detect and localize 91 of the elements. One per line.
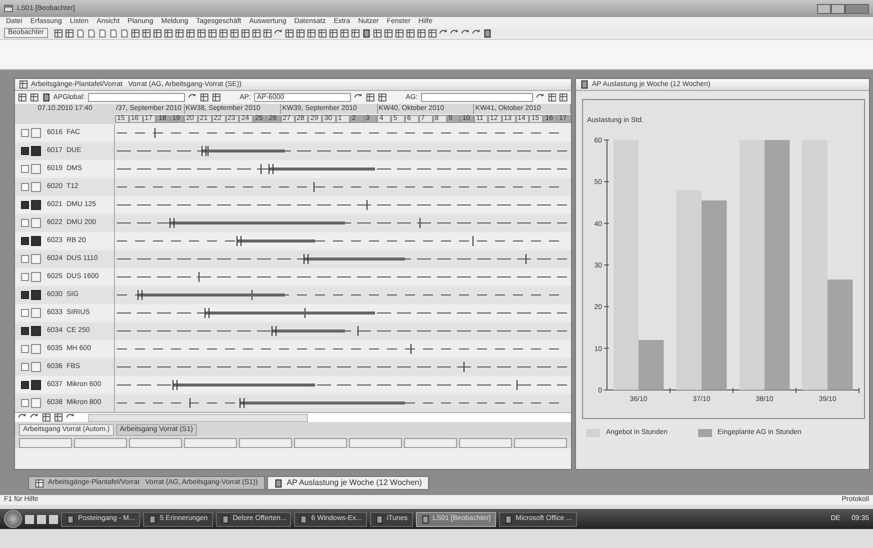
grid-icon[interactable]	[340, 28, 349, 38]
chart-icon	[274, 478, 283, 488]
grid-icon[interactable]	[164, 28, 173, 38]
row-checkbox[interactable]	[21, 237, 29, 245]
grid-icon[interactable]	[152, 28, 162, 38]
row-checkbox[interactable]	[21, 129, 29, 137]
window-tab[interactable]: AP Auslastung je Woche (12 Wochen)	[266, 476, 429, 490]
grid-icon[interactable]	[394, 28, 404, 38]
row-checkbox[interactable]	[21, 147, 29, 155]
window-icon	[220, 514, 230, 524]
grid-icon[interactable]	[262, 28, 272, 38]
row-checkbox[interactable]	[21, 255, 29, 263]
grid-icon[interactable]	[208, 28, 217, 38]
legend-swatch	[698, 429, 712, 437]
row-checkbox[interactable]	[31, 344, 41, 354]
window-icon	[299, 514, 308, 524]
row-checkbox[interactable]	[31, 398, 41, 408]
grid-icon[interactable]	[230, 28, 239, 38]
grid-icon[interactable]	[548, 93, 556, 102]
row-checkbox[interactable]	[21, 363, 29, 371]
row-checkbox[interactable]	[31, 164, 41, 174]
grid-icon[interactable]	[240, 28, 250, 38]
grid-icon[interactable]	[252, 28, 261, 38]
grid-icon[interactable]	[296, 28, 305, 38]
grid-icon[interactable]	[30, 93, 39, 102]
grid-icon[interactable]	[54, 413, 63, 422]
grid-icon[interactable]	[328, 28, 338, 38]
grid-icon[interactable]	[406, 28, 415, 38]
row-checkbox[interactable]	[31, 308, 41, 318]
app-icon	[4, 4, 13, 13]
row-checkbox[interactable]	[31, 128, 41, 138]
row-checkbox[interactable]	[31, 236, 41, 246]
row-checkbox[interactable]	[31, 218, 41, 228]
row-checkbox[interactable]	[21, 309, 29, 317]
row-checkbox[interactable]	[31, 182, 41, 192]
window-icon	[374, 514, 384, 524]
grid-icon[interactable]	[142, 28, 151, 38]
close-button[interactable]	[845, 4, 869, 14]
scrollbar[interactable]	[88, 414, 308, 422]
minimize-button[interactable]	[817, 4, 831, 14]
row-checkbox[interactable]	[31, 362, 41, 372]
grid-icon[interactable]	[218, 28, 228, 38]
grid-icon	[35, 478, 44, 488]
grid-icon[interactable]	[64, 28, 74, 38]
row-checkbox[interactable]	[31, 254, 41, 264]
maximize-button[interactable]	[831, 4, 845, 14]
grid-icon[interactable]	[306, 28, 316, 38]
row-checkbox[interactable]	[31, 272, 41, 282]
grid-icon[interactable]	[428, 28, 437, 38]
grid-icon[interactable]	[42, 413, 51, 422]
grid-icon[interactable]	[372, 28, 382, 38]
grid-icon[interactable]	[318, 28, 327, 38]
row-checkbox[interactable]	[21, 381, 29, 389]
window-icon	[504, 514, 513, 524]
grid-icon[interactable]	[559, 93, 568, 102]
bar-icon[interactable]	[362, 28, 371, 38]
row-checkbox[interactable]	[31, 200, 41, 210]
grid-icon[interactable]	[378, 93, 387, 102]
window-icon	[148, 514, 157, 524]
row-checkbox[interactable]	[31, 380, 41, 390]
row-checkbox[interactable]	[21, 219, 29, 227]
grid-icon[interactable]	[200, 93, 209, 102]
chart-icon	[580, 80, 589, 89]
grid-icon[interactable]	[196, 28, 206, 38]
row-checkbox[interactable]	[31, 290, 41, 300]
row-checkbox[interactable]	[31, 326, 41, 336]
grid-icon[interactable]	[366, 93, 375, 102]
grid-icon[interactable]	[350, 28, 360, 38]
row-checkbox[interactable]	[21, 273, 29, 281]
grid-icon[interactable]	[212, 93, 221, 102]
row-checkbox[interactable]	[31, 146, 41, 156]
grid-icon[interactable]	[54, 28, 63, 38]
grid-icon[interactable]	[384, 28, 393, 38]
bar-icon[interactable]	[42, 93, 50, 102]
bar-icon[interactable]	[482, 28, 492, 38]
row-checkbox[interactable]	[21, 345, 29, 353]
grid-icon[interactable]	[284, 28, 294, 38]
grid-icon[interactable]	[174, 28, 184, 38]
start-button[interactable]	[4, 510, 22, 528]
window-icon	[66, 514, 75, 524]
row-checkbox[interactable]	[21, 399, 29, 407]
row-checkbox[interactable]	[21, 327, 29, 335]
row-checkbox[interactable]	[21, 291, 29, 299]
window-icon	[420, 514, 430, 524]
grid-icon[interactable]	[416, 28, 426, 38]
grid-icon[interactable]	[18, 93, 27, 102]
grid-icon[interactable]	[130, 28, 140, 38]
row-checkbox[interactable]	[21, 165, 29, 173]
row-checkbox[interactable]	[21, 201, 29, 209]
row-checkbox[interactable]	[21, 183, 29, 191]
grid-icon[interactable]	[186, 28, 195, 38]
